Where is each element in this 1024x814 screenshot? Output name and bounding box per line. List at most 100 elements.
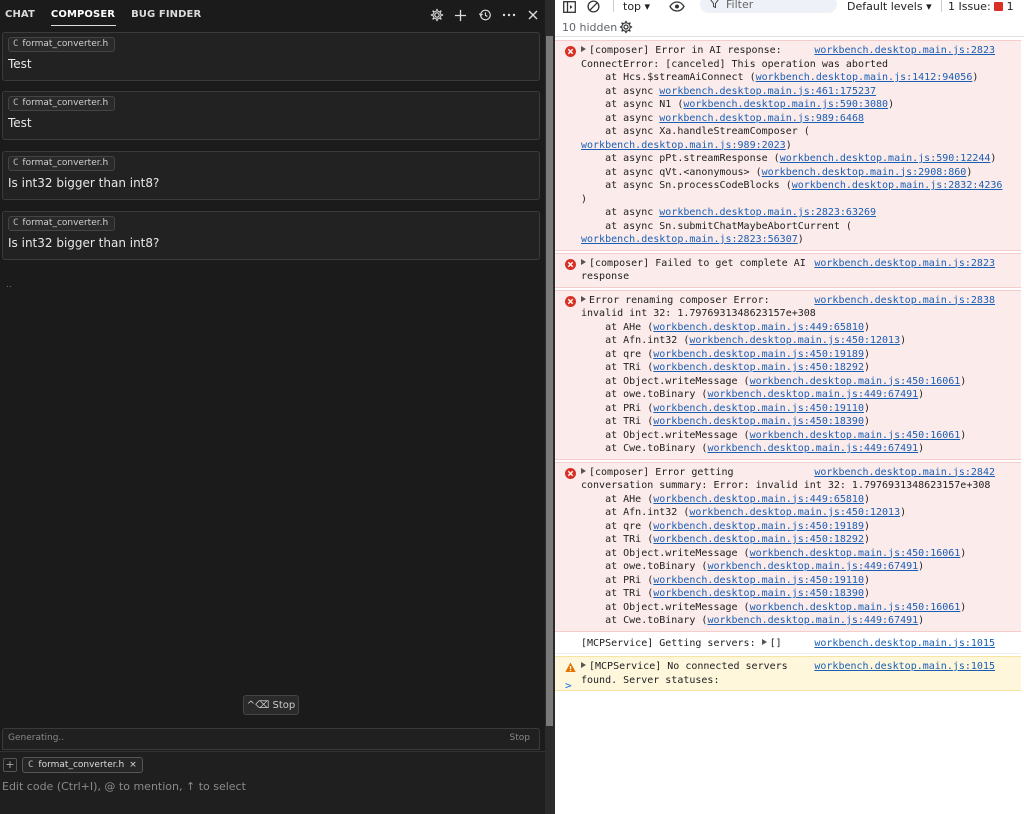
expand-caret-icon[interactable] [581, 662, 586, 668]
console-entry-error[interactable]: workbench.desktop.main.js:2838 Error rena… [555, 289, 1021, 460]
console-text: [composer] Failed to get complete AI [589, 257, 806, 269]
source-link[interactable]: workbench.desktop.main.js:2823 [814, 257, 995, 271]
issues-count: 1 [1006, 0, 1014, 13]
stack-link[interactable]: workbench.desktop.main.js:450:18390 [653, 588, 864, 599]
expand-caret-icon[interactable] [581, 295, 586, 302]
console-text: at async Sn.submitChatMaybeAbortCurrent … [581, 220, 852, 232]
stack-link[interactable]: workbench.desktop.main.js:450:19189 [653, 349, 864, 360]
message-card[interactable]: Cformat_converter.h Test [2, 91, 540, 140]
filter-input[interactable]: Filter [700, 0, 837, 13]
more-icon[interactable] [501, 8, 516, 23]
add-context-button[interactable]: + [3, 758, 17, 772]
stack-link[interactable]: workbench.desktop.main.js:450:12013 [689, 335, 900, 346]
stack-link[interactable]: workbench.desktop.main.js:450:16061 [750, 548, 961, 559]
close-icon[interactable] [525, 8, 540, 23]
source-link[interactable]: workbench.desktop.main.js:2842 [814, 466, 995, 480]
composer-input-area[interactable]: + C format_converter.h × Edit code (Ctrl… [0, 751, 545, 814]
stack-link[interactable]: workbench.desktop.main.js:989:2023 [581, 140, 786, 151]
tab-composer[interactable]: COMPOSER [46, 0, 126, 30]
c-file-icon: C [13, 158, 19, 168]
stack-link[interactable]: workbench.desktop.main.js:2823:56307 [581, 234, 798, 245]
console-entry-warn[interactable]: workbench.desktop.main.js:1015 [MCPServic… [555, 656, 1021, 691]
stack-link[interactable]: workbench.desktop.main.js:449:67491 [707, 561, 918, 572]
stack-link[interactable]: workbench.desktop.main.js:450:16061 [750, 602, 961, 613]
console-text: at TRi ( [581, 588, 654, 599]
source-link[interactable]: workbench.desktop.main.js:1015 [814, 637, 995, 651]
expand-caret-icon[interactable] [581, 258, 586, 265]
c-file-icon: C [13, 39, 19, 49]
stack-link[interactable]: workbench.desktop.main.js:449:67491 [707, 389, 918, 400]
console-text: ) [918, 615, 925, 626]
message-card[interactable]: Cformat_converter.h Is int32 bigger than… [2, 151, 540, 200]
history-icon[interactable] [477, 8, 492, 23]
context-file-chip[interactable]: C format_converter.h × [22, 757, 143, 773]
toolbar-divider [613, 0, 614, 12]
stack-link[interactable]: workbench.desktop.main.js:450:19110 [653, 403, 864, 414]
stack-link[interactable]: workbench.desktop.main.js:449:67491 [707, 443, 918, 454]
issues-button[interactable]: 1 Issue: 1 [948, 0, 1014, 13]
stack-link[interactable]: workbench.desktop.main.js:450:18292 [653, 362, 864, 373]
eye-icon[interactable] [669, 0, 685, 13]
console-entry-error[interactable]: workbench.desktop.main.js:2823 [composer]… [555, 40, 1021, 251]
filter-icon [710, 0, 719, 11]
composer-input-placeholder[interactable]: Edit code (Ctrl+I), @ to mention, ↑ to s… [2, 780, 246, 793]
file-chip[interactable]: Cformat_converter.h [8, 37, 116, 52]
source-link[interactable]: workbench.desktop.main.js:2838 [814, 294, 995, 308]
stack-link[interactable]: workbench.desktop.main.js:450:18292 [653, 534, 864, 545]
stack-link[interactable]: workbench.desktop.main.js:450:16061 [750, 430, 961, 441]
generating-stop-button[interactable]: Stop [510, 733, 530, 743]
stack-link[interactable]: workbench.desktop.main.js:989:6468 [659, 113, 864, 124]
remove-chip-icon[interactable]: × [129, 760, 137, 770]
stack-link[interactable]: workbench.desktop.main.js:461:175237 [659, 86, 876, 97]
file-chip[interactable]: Cformat_converter.h [8, 156, 116, 171]
stack-trace-line: at async workbench.desktop.main.js:2823:… [581, 206, 1017, 220]
console-prompt[interactable]: > [565, 679, 572, 692]
stack-link[interactable]: workbench.desktop.main.js:450:19189 [653, 521, 864, 532]
tab-chat[interactable]: CHAT [0, 0, 46, 30]
stack-link[interactable]: workbench.desktop.main.js:450:19110 [653, 575, 864, 586]
message-card[interactable]: Cformat_converter.h Test [2, 32, 540, 81]
console-text: at Cwe.toBinary ( [581, 615, 708, 626]
console-entry-info[interactable]: workbench.desktop.main.js:1015 [MCPServic… [555, 634, 1021, 654]
stop-button[interactable]: ^⌫ Stop [243, 695, 299, 715]
stack-link[interactable]: workbench.desktop.main.js:450:18390 [653, 416, 864, 427]
stack-link[interactable]: workbench.desktop.main.js:590:12244 [780, 153, 991, 164]
stack-trace-line: conversation summary: Error: invalid int… [581, 479, 1017, 493]
stack-link[interactable]: workbench.desktop.main.js:450:12013 [689, 507, 900, 518]
file-chip[interactable]: Cformat_converter.h [8, 216, 116, 231]
tab-bug-finder[interactable]: BUG FINDER [126, 0, 212, 30]
context-select[interactable]: top ▾ [623, 0, 650, 13]
plus-icon[interactable] [453, 8, 468, 23]
error-icon [565, 46, 576, 57]
gear-icon[interactable] [429, 8, 444, 23]
error-icon [994, 2, 1004, 11]
gear-icon[interactable] [619, 19, 634, 34]
stack-link[interactable]: workbench.desktop.main.js:590:3080 [683, 99, 888, 110]
stack-link[interactable]: workbench.desktop.main.js:2823:63269 [659, 207, 876, 218]
clear-icon[interactable] [587, 0, 600, 13]
stack-link[interactable]: workbench.desktop.main.js:450:16061 [750, 376, 961, 387]
stack-link[interactable]: workbench.desktop.main.js:449:65810 [653, 494, 864, 505]
console-entry-error[interactable]: workbench.desktop.main.js:2823 [composer]… [555, 252, 1021, 288]
stack-link[interactable]: workbench.desktop.main.js:2832:4236 [792, 180, 1003, 191]
source-link[interactable]: workbench.desktop.main.js:2823 [814, 44, 995, 58]
file-chip[interactable]: Cformat_converter.h [8, 96, 116, 111]
console-entry-error[interactable]: workbench.desktop.main.js:2842 [composer]… [555, 461, 1021, 632]
expand-caret-icon[interactable] [761, 638, 767, 645]
scrollbar-thumb[interactable] [546, 36, 553, 726]
stack-link[interactable]: workbench.desktop.main.js:449:67491 [707, 615, 918, 626]
expand-caret-icon[interactable] [581, 467, 586, 474]
stack-link[interactable]: workbench.desktop.main.js:1412:94056 [756, 72, 973, 83]
log-levels-select[interactable]: Default levels ▾ [847, 0, 932, 13]
source-link[interactable]: workbench.desktop.main.js:1015 [814, 660, 995, 674]
console-text: at PRi ( [581, 402, 654, 414]
stack-link[interactable]: workbench.desktop.main.js:2908:860 [762, 167, 967, 178]
message-card[interactable]: Cformat_converter.h Is int32 bigger than… [2, 211, 540, 260]
console-text: ) [960, 601, 967, 613]
stack-link[interactable]: workbench.desktop.main.js:449:65810 [653, 322, 864, 333]
sidebar-toggle-icon[interactable] [563, 0, 576, 13]
expand-caret-icon[interactable] [581, 46, 586, 52]
stack-trace-line: response [581, 270, 1017, 284]
c-file-icon: C [13, 218, 19, 228]
scrollbar[interactable] [545, 0, 555, 814]
